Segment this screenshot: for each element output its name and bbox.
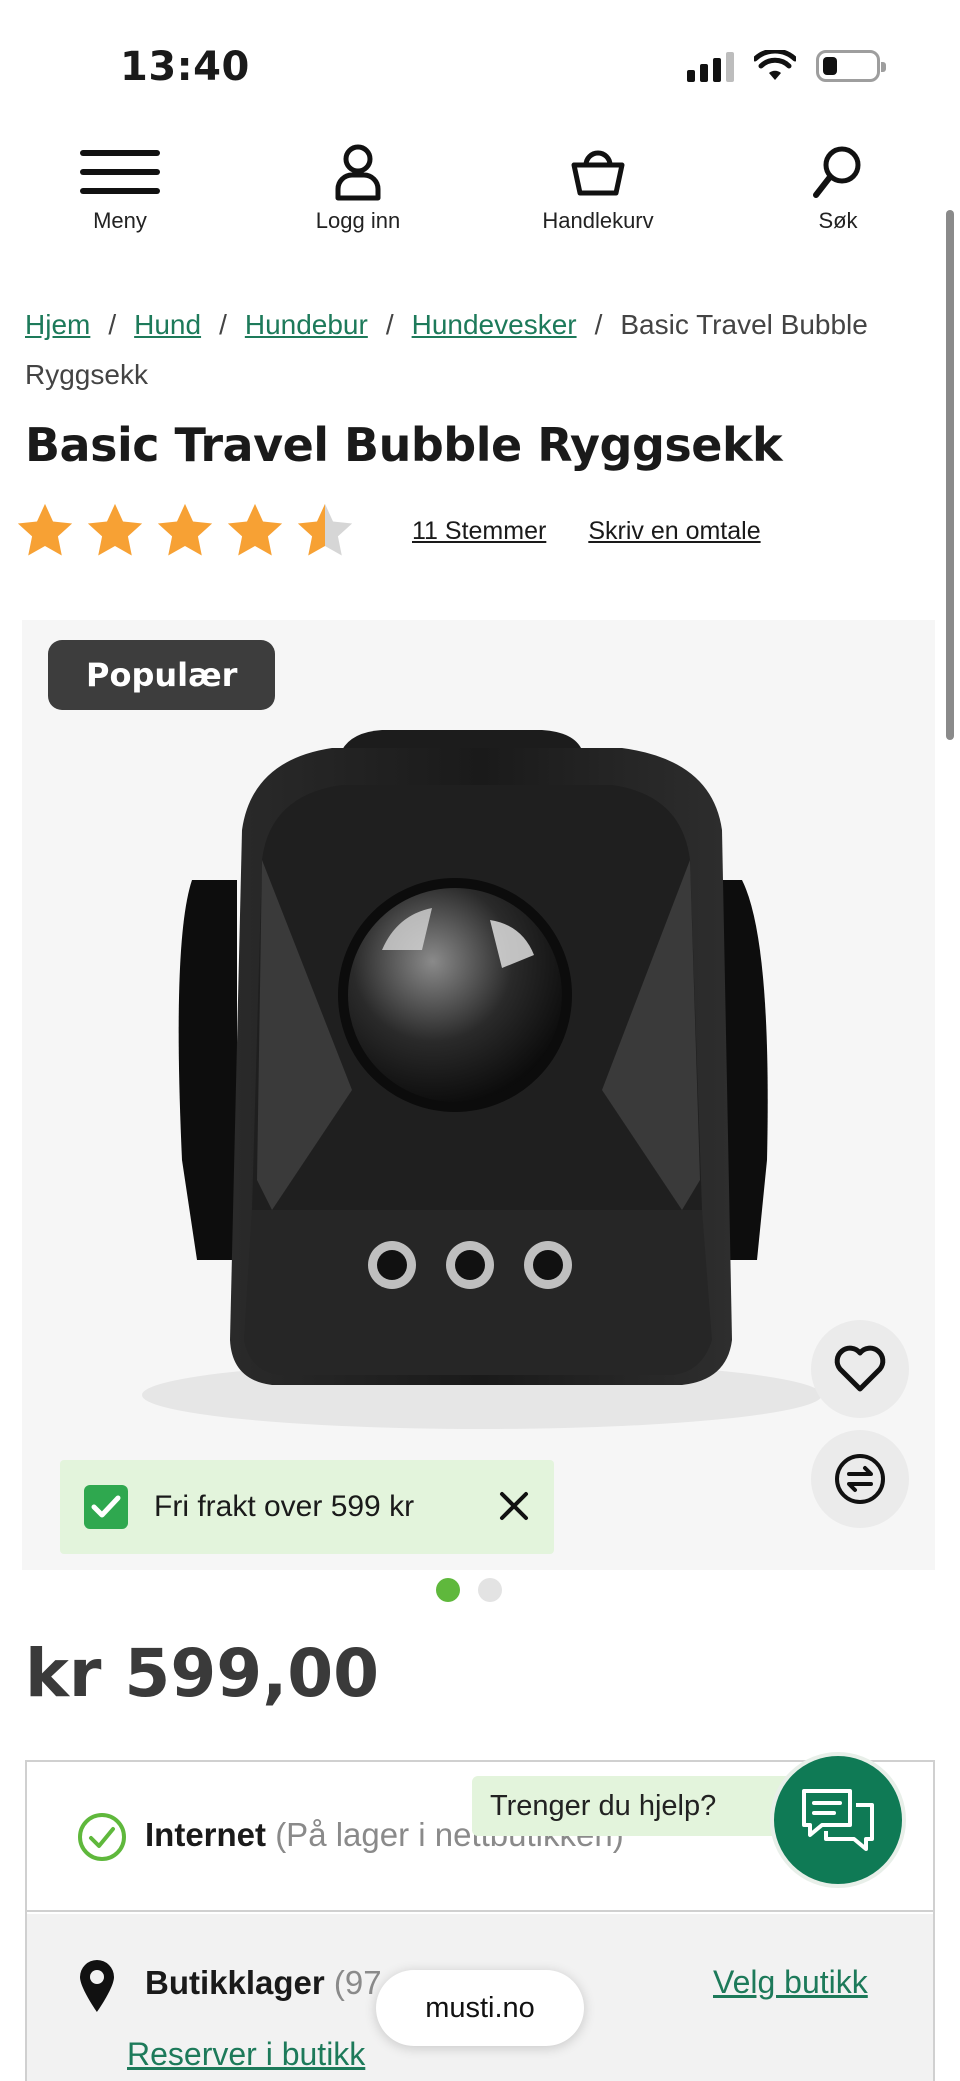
product-rating: 11 Stemmer Skriv en omtale — [14, 500, 761, 562]
store-label: Butikklager — [145, 1964, 325, 2001]
product-image — [142, 730, 822, 1429]
heart-icon — [834, 1345, 886, 1392]
gallery-pagination — [436, 1578, 502, 1602]
cart-button[interactable]: Handlekurv — [508, 140, 688, 234]
top-navigation: Meny Logg inn Handlekurv Søk — [0, 140, 960, 260]
breadcrumb-link-home[interactable]: Hjem — [25, 309, 90, 340]
toast-text: Fri frakt over 599 kr — [154, 1490, 415, 1523]
status-bar: 13:40 — [0, 0, 960, 130]
star-icon — [157, 503, 213, 556]
status-icons — [687, 50, 886, 82]
search-icon — [798, 140, 878, 204]
store-stock-text: Butikklager (97 — [145, 1964, 382, 2002]
breadcrumb-separator: / — [219, 309, 227, 340]
search-label: Søk — [818, 208, 858, 233]
star-icon — [87, 503, 143, 556]
wishlist-button[interactable] — [811, 1320, 909, 1418]
star-icon — [17, 503, 73, 556]
choose-store-link[interactable]: Velg butikk — [713, 1964, 868, 2001]
compare-button[interactable] — [811, 1430, 909, 1528]
breadcrumb: Hjem / Hund / Hundebur / Hundevesker / Basic Tra… — [25, 300, 905, 400]
login-label: Logg inn — [315, 208, 401, 233]
gallery-dot[interactable] — [436, 1578, 460, 1602]
breadcrumb-link-dog-cage[interactable]: Hundebur — [245, 309, 368, 340]
votes-link[interactable]: 11 Stemmer — [412, 517, 546, 546]
close-icon — [500, 1492, 528, 1520]
compare-icon — [835, 1454, 885, 1504]
menu-label: Meny — [93, 208, 147, 233]
breadcrumb-separator: / — [594, 309, 603, 340]
store-count: (97 — [333, 1964, 382, 2001]
search-button[interactable]: Søk — [748, 140, 928, 234]
write-review-link[interactable]: Skriv en omtale — [588, 517, 760, 546]
popular-badge: Populær — [48, 640, 276, 710]
page-scrollbar[interactable] — [946, 210, 954, 740]
login-button[interactable]: Logg inn — [268, 140, 448, 234]
rating-stars — [14, 500, 356, 562]
battery-icon — [816, 50, 886, 82]
browser-url-pill[interactable]: musti.no — [376, 1970, 584, 2046]
cart-label: Handlekurv — [542, 208, 654, 233]
breadcrumb-separator: / — [108, 309, 117, 340]
menu-icon — [80, 140, 160, 204]
status-time: 13:40 — [120, 44, 250, 90]
help-bubble[interactable]: Trenger du hjelp? — [472, 1776, 802, 1836]
basket-icon — [558, 140, 638, 204]
star-icon — [227, 503, 283, 556]
breadcrumb-separator: / — [385, 309, 394, 340]
check-icon — [84, 1485, 128, 1529]
gallery-dot[interactable] — [478, 1578, 502, 1602]
check-circle-icon — [78, 1813, 126, 1861]
user-icon — [318, 140, 398, 204]
close-toast-button[interactable] — [496, 1488, 532, 1524]
menu-button[interactable]: Meny — [30, 140, 210, 234]
chat-button[interactable] — [770, 1752, 906, 1888]
half-star-icon — [297, 503, 353, 556]
product-price: kr 599,00 — [25, 1635, 380, 1712]
product-image-gallery[interactable] — [22, 620, 935, 1570]
wifi-icon — [754, 50, 796, 80]
free-shipping-toast: Fri frakt over 599 kr — [60, 1460, 554, 1554]
signal-icon — [687, 50, 734, 82]
reserve-in-store-link[interactable]: Reserver i butikk — [127, 2036, 365, 2073]
breadcrumb-link-dog[interactable]: Hund — [134, 309, 201, 340]
location-pin-icon — [80, 1960, 114, 2012]
product-title: Basic Travel Bubble Ryggsekk — [25, 418, 783, 472]
chat-icon — [802, 1789, 874, 1851]
online-label: Internet — [145, 1816, 267, 1853]
breadcrumb-link-dog-bags[interactable]: Hundevesker — [412, 309, 577, 340]
